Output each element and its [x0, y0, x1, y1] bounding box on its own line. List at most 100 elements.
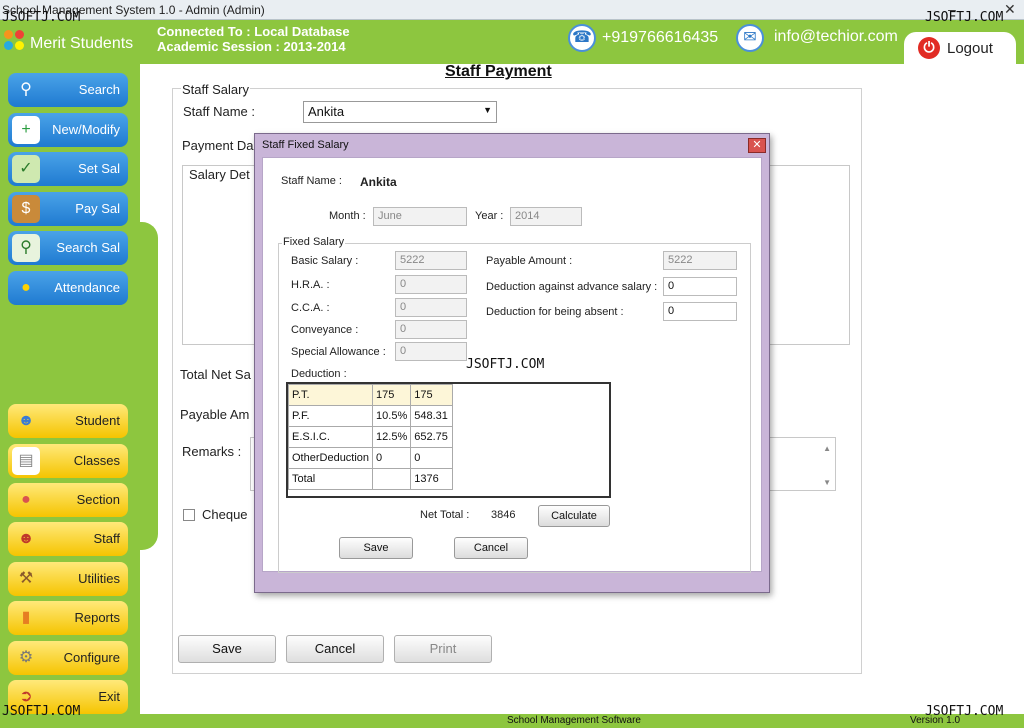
deduction-amount-cell: 175	[410, 384, 454, 406]
sidebar-item-reports[interactable]: ▮ Reports	[8, 601, 128, 635]
table-row[interactable]: Total 1376	[287, 468, 454, 490]
watermark: JSOFTJ.COM	[466, 357, 545, 372]
sidebar-item-configure[interactable]: ⚙ Configure	[8, 641, 128, 675]
advance-deduction-field[interactable]: 0	[663, 277, 737, 296]
deduction-label: Deduction :	[291, 368, 347, 380]
deduction-amount-cell: 548.31	[410, 405, 454, 427]
month-field[interactable]: June	[373, 207, 467, 226]
group-icon: ●	[21, 491, 31, 508]
chart-icon: ▮	[21, 609, 31, 626]
status-bar: School Management Software Version 1.0	[140, 714, 1024, 728]
save-button[interactable]: Save	[178, 635, 276, 663]
cheque-label: Cheque	[202, 507, 248, 522]
close-icon[interactable]: ✕	[1004, 1, 1016, 18]
staff-name-value: Ankita	[308, 104, 345, 119]
dialog-save-button[interactable]: Save	[339, 537, 413, 559]
advance-deduction-label: Deduction against advance salary :	[486, 281, 658, 293]
email-address: info@techior.com	[774, 28, 898, 45]
deduction-name-cell: Total	[287, 468, 374, 490]
search-money-icon: ⚲	[12, 234, 40, 262]
month-label: Month :	[329, 210, 366, 222]
payable-amount-field[interactable]: 5222	[663, 251, 737, 270]
email-icon: ✉	[736, 24, 764, 52]
absent-deduction-field[interactable]: 0	[663, 302, 737, 321]
pages-icon: ▤	[12, 447, 40, 475]
conveyance-label: Conveyance :	[291, 324, 359, 336]
conveyance-field[interactable]: 0	[395, 320, 467, 339]
deduction-amount-cell: 1376	[410, 468, 454, 490]
deduction-rate-cell: 12.5%	[372, 426, 412, 448]
staff-name-select[interactable]: Ankita ▼	[303, 101, 497, 123]
basic-salary-label: Basic Salary :	[291, 255, 359, 267]
people-icon: ●	[21, 279, 31, 296]
table-row[interactable]: P.T. 175 175	[287, 384, 454, 406]
print-button[interactable]: Print	[394, 635, 492, 663]
special-allowance-field[interactable]: 0	[395, 342, 467, 361]
magnifier-icon: ⚲	[20, 81, 32, 98]
sidebar-item-student[interactable]: ☻ Student	[8, 404, 128, 438]
dlg-staff-name-value: Ankita	[360, 175, 397, 189]
net-total-label: Net Total :	[420, 509, 470, 521]
dialog-cancel-button[interactable]: Cancel	[454, 537, 528, 559]
hra-label: H.R.A. :	[291, 279, 330, 291]
cca-field[interactable]: 0	[395, 298, 467, 317]
sidebar-item-search-sal[interactable]: ⚲ Search Sal	[8, 231, 128, 265]
scroll-down-icon[interactable]: ▼	[823, 478, 831, 487]
add-document-icon: +	[12, 116, 40, 144]
year-field[interactable]: 2014	[510, 207, 582, 226]
year-label: Year :	[475, 210, 504, 222]
deduction-name-cell: P.T.	[287, 384, 374, 406]
deduction-name-cell: OtherDeduction	[287, 447, 374, 469]
table-row[interactable]: E.S.I.C. 12.5% 652.75	[287, 426, 454, 448]
remarks-label: Remarks :	[182, 444, 242, 459]
sidebar-item-search[interactable]: ⚲ Search	[8, 73, 128, 107]
footer-text: School Management Software	[507, 715, 641, 726]
window-titlebar: School Management System 1.0 - Admin (Ad…	[0, 0, 1024, 20]
scroll-up-icon[interactable]: ▲	[823, 444, 831, 453]
sidebar-item-new-modify[interactable]: + New/Modify	[8, 113, 128, 147]
gear-icon: ⚙	[18, 649, 34, 666]
table-row[interactable]: OtherDeduction 0 0	[287, 447, 454, 469]
deduction-table[interactable]: P.T. 175 175 P.F. 10.5% 548.31 E.S.I.C. …	[286, 382, 611, 498]
sidebar-item-attendance[interactable]: ● Attendance	[8, 271, 128, 305]
salary-details-label: Salary Det	[189, 167, 250, 182]
deduction-amount-cell: 0	[410, 447, 454, 469]
calculate-button[interactable]: Calculate	[538, 505, 610, 527]
students-icon: ☻	[17, 412, 35, 429]
cheque-checkbox[interactable]	[183, 509, 195, 521]
sidebar-item-set-sal[interactable]: ✓ Set Sal	[8, 152, 128, 186]
hra-field[interactable]: 0	[395, 275, 467, 294]
absent-deduction-label: Deduction for being absent :	[486, 306, 624, 318]
deduction-amount-cell: 652.75	[410, 426, 454, 448]
sidebar-active-tab	[128, 222, 158, 550]
phone-icon: ☎	[568, 24, 596, 52]
payment-date-label: Payment Da	[182, 138, 254, 153]
sidebar-item-classes[interactable]: ▤ Classes	[8, 444, 128, 478]
deduction-name-cell: E.S.I.C.	[287, 426, 374, 448]
sidebar-item-pay-sal[interactable]: $ Pay Sal	[8, 192, 128, 226]
watermark: JSOFTJ.COM	[2, 10, 81, 25]
chevron-down-icon: ▼	[483, 105, 492, 115]
power-icon[interactable]: ⏻	[918, 37, 940, 59]
deduction-name-cell: P.F.	[287, 405, 374, 427]
dialog-close-icon[interactable]: ✕	[748, 138, 766, 153]
staff-salary-group-label: Staff Salary	[181, 82, 250, 97]
watermark: JSOFTJ.COM	[2, 704, 81, 719]
total-net-salary-label: Total Net Sa	[180, 367, 251, 382]
sidebar-item-staff[interactable]: ☻ Staff	[8, 522, 128, 556]
tools-icon: ⚒	[18, 570, 34, 587]
fixed-salary-label: Fixed Salary	[282, 236, 346, 248]
net-total-value: 3846	[491, 509, 516, 521]
sidebar-item-utilities[interactable]: ⚒ Utilities	[8, 562, 128, 596]
staff-icon: ☻	[17, 530, 35, 547]
cancel-button[interactable]: Cancel	[286, 635, 384, 663]
logout-button[interactable]: Logout	[947, 40, 993, 57]
sidebar-item-section[interactable]: ● Section	[8, 483, 128, 517]
basic-salary-field[interactable]: 5222	[395, 251, 467, 270]
table-row[interactable]: P.F. 10.5% 548.31	[287, 405, 454, 427]
payable-amount-label: Payable Amount :	[486, 255, 573, 267]
deduction-rate-cell: 175	[372, 384, 412, 406]
connection-info: Connected To : Local Database Academic S…	[157, 24, 350, 54]
cca-label: C.C.A. :	[291, 302, 330, 314]
special-allowance-label: Special Allowance :	[291, 346, 386, 358]
